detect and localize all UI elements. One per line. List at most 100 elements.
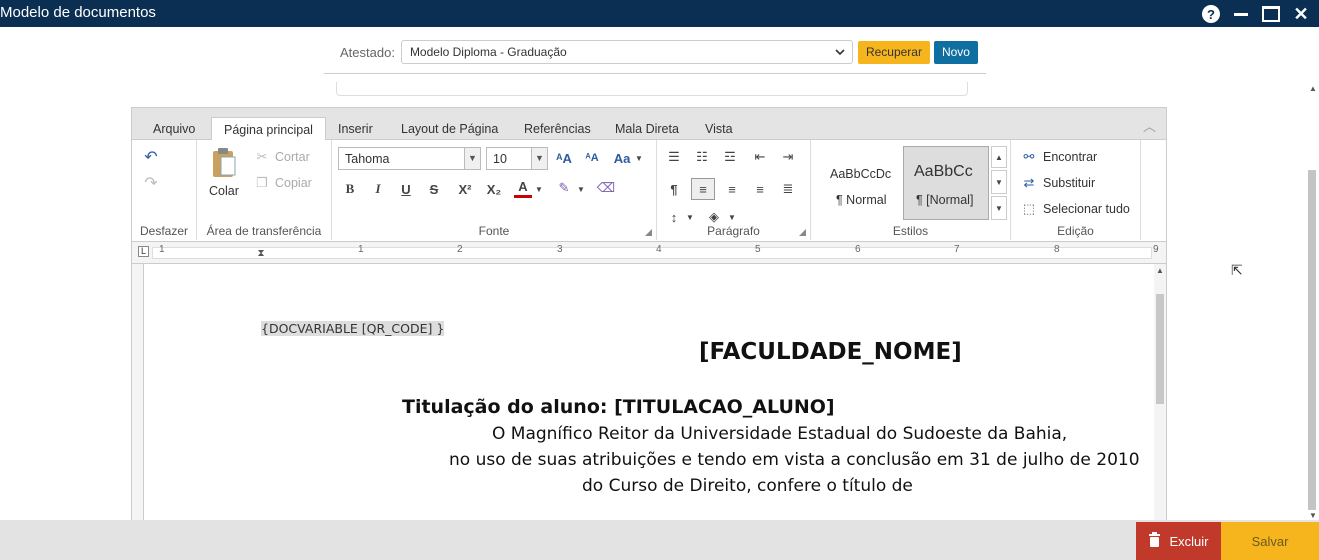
body-line-1[interactable]: O Magnífico Reitor da Universidade Estad… bbox=[492, 424, 1067, 444]
replace-label[interactable]: Substituir bbox=[1043, 176, 1095, 190]
paragraph-group-label: Parágrafo bbox=[707, 224, 760, 238]
ruler-number: 8 bbox=[1054, 244, 1060, 255]
align-right-icon[interactable]: ≡ bbox=[751, 180, 769, 198]
chevron-down-icon[interactable]: ▼ bbox=[576, 181, 586, 197]
cut-label[interactable]: Cortar bbox=[275, 150, 310, 164]
shrink-font-icon[interactable]: ᴬA bbox=[582, 149, 602, 167]
page-scrollbar[interactable]: ▲ ▼ bbox=[1306, 84, 1319, 520]
font-size-combo[interactable]: 10 ▼ bbox=[486, 147, 548, 170]
mouse-cursor-icon: ⇱ bbox=[1231, 262, 1243, 278]
highlight-icon[interactable]: ✎ bbox=[554, 179, 574, 197]
style-normal-name: ¶ Normal bbox=[836, 193, 887, 207]
page-scroll-thumb[interactable] bbox=[1308, 170, 1316, 510]
attest-select[interactable]: Modelo Diploma - Graduação bbox=[400, 40, 853, 64]
decrease-indent-icon[interactable]: ⇤ bbox=[751, 148, 769, 166]
new-button[interactable]: Novo bbox=[933, 40, 978, 64]
tab-pagina-principal[interactable]: Página principal bbox=[211, 117, 326, 141]
ruler-number: 7 bbox=[954, 244, 960, 255]
tab-inserir[interactable]: Inserir bbox=[338, 122, 373, 136]
superscript-icon[interactable]: X² bbox=[456, 180, 474, 198]
styles-more-icon[interactable]: ▼ bbox=[991, 196, 1007, 220]
pilcrow-icon[interactable]: ¶ bbox=[665, 180, 683, 198]
ruler[interactable]: L 1 1 2 3 4 5 6 7 8 9 ⧗ bbox=[132, 242, 1166, 264]
chevron-down-icon: ▼ bbox=[464, 148, 480, 169]
tab-vista[interactable]: Vista bbox=[705, 122, 733, 136]
paragraph-dialog-launcher-icon[interactable] bbox=[799, 229, 806, 236]
font-group-label: Fonte bbox=[478, 224, 510, 238]
align-center-icon[interactable]: ≡ bbox=[723, 180, 741, 198]
font-name-combo[interactable]: Tahoma ▼ bbox=[338, 147, 481, 170]
grow-font-icon[interactable]: ᴬA bbox=[554, 149, 574, 167]
chevron-down-icon: ▼ bbox=[531, 148, 547, 169]
bullets-icon[interactable]: ☰ bbox=[665, 148, 683, 166]
underline-icon[interactable]: U bbox=[398, 180, 414, 198]
qr-code-field[interactable]: {DOCVARIABLE [QR_CODE] } bbox=[261, 321, 445, 336]
tab-arquivo[interactable]: Arquivo bbox=[153, 122, 195, 136]
multilevel-list-icon[interactable]: ☲ bbox=[721, 148, 739, 166]
replace-icon[interactable]: ⇄ bbox=[1021, 175, 1037, 191]
body-line-3[interactable]: do Curso de Direito, confere o título de bbox=[582, 476, 913, 496]
align-left-icon[interactable]: ≡ bbox=[691, 178, 715, 200]
editing-group-label: Edição bbox=[1057, 224, 1094, 238]
select-all-icon[interactable]: ⬚ bbox=[1021, 201, 1037, 217]
paste-icon[interactable] bbox=[209, 146, 239, 180]
redo-icon[interactable]: ↷ bbox=[142, 174, 160, 192]
numbering-icon[interactable]: ☷ bbox=[693, 148, 711, 166]
styles-group-label: Estilos bbox=[892, 224, 929, 238]
chevron-down-icon[interactable]: ▼ bbox=[685, 210, 695, 224]
ruler-number: 4 bbox=[656, 244, 662, 255]
paste-label[interactable]: Colar bbox=[209, 184, 239, 198]
chevron-down-icon[interactable]: ▼ bbox=[634, 149, 644, 167]
change-case-icon[interactable]: Aa bbox=[612, 149, 632, 167]
collapse-ribbon-icon[interactable]: ︿ bbox=[1143, 116, 1156, 135]
tab-stop-icon[interactable]: L bbox=[138, 246, 149, 257]
recover-button[interactable]: Recuperar bbox=[857, 40, 930, 64]
subscript-icon[interactable]: X₂ bbox=[485, 180, 503, 198]
delete-button[interactable]: Excluir bbox=[1136, 522, 1221, 560]
font-color-icon[interactable]: A bbox=[514, 178, 532, 198]
chevron-down-icon[interactable]: ▼ bbox=[534, 181, 544, 197]
styles-group: AaBbCcDc ¶ Normal AaBbCc ¶ [Normal] ▲ ▼ … bbox=[811, 140, 1011, 240]
styles-scroll-down-icon[interactable]: ▼ bbox=[991, 170, 1007, 194]
binoculars-icon[interactable]: ⚯ bbox=[1021, 149, 1037, 165]
tab-referencias[interactable]: Referências bbox=[524, 122, 591, 136]
undo-icon[interactable]: ↶ bbox=[142, 148, 160, 166]
clear-format-icon[interactable]: ⌫ bbox=[596, 179, 616, 197]
increase-indent-icon[interactable]: ⇥ bbox=[779, 148, 797, 166]
title-line[interactable]: Titulação do aluno: [TITULACAO_ALUNO] bbox=[402, 396, 835, 418]
italic-icon[interactable]: I bbox=[370, 180, 386, 198]
style-normal[interactable]: AaBbCcDc ¶ Normal bbox=[815, 146, 903, 220]
document-page[interactable]: {DOCVARIABLE [QR_CODE] } [FACULDADE_NOME… bbox=[143, 264, 1154, 526]
justify-icon[interactable]: ≣ bbox=[779, 180, 797, 198]
bold-icon[interactable]: B bbox=[342, 180, 358, 198]
strikethrough-icon[interactable]: S bbox=[426, 180, 442, 198]
body-line-2[interactable]: no uso de suas atribuições e tendo em vi… bbox=[449, 450, 1140, 470]
font-dialog-launcher-icon[interactable] bbox=[645, 229, 652, 236]
minimize-icon[interactable] bbox=[1232, 5, 1250, 23]
select-all-label[interactable]: Selecionar tudo bbox=[1043, 202, 1130, 216]
tab-mala-direta[interactable]: Mala Direta bbox=[615, 122, 679, 136]
scroll-up-icon[interactable]: ▲ bbox=[1309, 84, 1317, 93]
paragraph-group: ☰ ☷ ☲ ⇤ ⇥ ¶ ≡ ≡ ≡ ≣ ↕ ▼ ◈ ▼ Parágrafo bbox=[657, 140, 811, 240]
copy-label[interactable]: Copiar bbox=[275, 176, 312, 190]
attest-label: Atestado: bbox=[340, 44, 395, 60]
document-scroll-thumb[interactable] bbox=[1156, 294, 1164, 404]
ruler-number: 9 bbox=[1153, 244, 1159, 255]
maximize-icon[interactable] bbox=[1262, 5, 1280, 23]
styles-scroll-up-icon[interactable]: ▲ bbox=[991, 146, 1007, 168]
close-icon[interactable]: ✕ bbox=[1292, 4, 1310, 24]
help-icon[interactable]: ? bbox=[1202, 5, 1220, 23]
copy-icon[interactable]: ❐ bbox=[254, 175, 270, 191]
faculty-name-field[interactable]: [FACULDADE_NOME] bbox=[699, 339, 962, 365]
tab-layout[interactable]: Layout de Página bbox=[401, 122, 498, 136]
indent-marker-icon[interactable]: ⧗ bbox=[255, 242, 267, 264]
document-scrollbar[interactable]: ▲ bbox=[1154, 264, 1166, 526]
scroll-down-icon[interactable]: ▼ bbox=[1309, 511, 1317, 520]
delete-label: Excluir bbox=[1169, 533, 1209, 549]
save-button[interactable]: Salvar bbox=[1221, 522, 1319, 560]
style-normal-bracket[interactable]: AaBbCc ¶ [Normal] bbox=[903, 146, 989, 220]
cut-icon[interactable]: ✂ bbox=[254, 149, 270, 165]
find-label[interactable]: Encontrar bbox=[1043, 150, 1097, 164]
chevron-down-icon[interactable]: ▼ bbox=[727, 210, 737, 224]
scroll-up-icon[interactable]: ▲ bbox=[1156, 266, 1164, 275]
